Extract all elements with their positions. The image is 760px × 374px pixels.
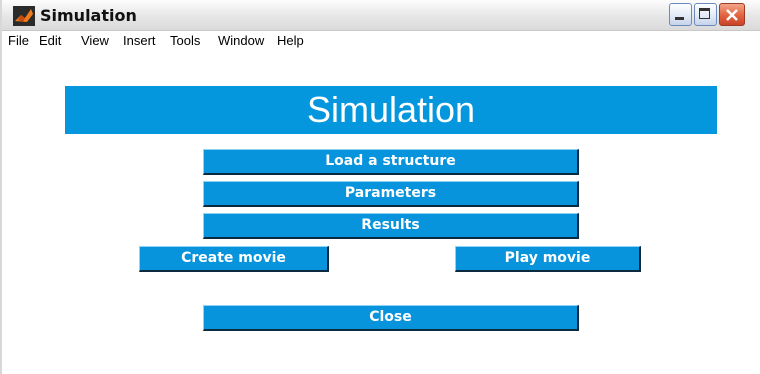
simulation-banner: Simulation: [65, 86, 717, 134]
menu-edit[interactable]: Edit: [39, 33, 61, 48]
matlab-icon[interactable]: [13, 6, 35, 26]
results-button[interactable]: Results: [203, 213, 579, 239]
title-bar[interactable]: Simulation: [2, 0, 760, 31]
menu-insert[interactable]: Insert: [123, 33, 156, 48]
minimize-icon[interactable]: [669, 3, 692, 26]
maximize-icon[interactable]: [694, 3, 717, 26]
menu-help[interactable]: Help: [277, 33, 304, 48]
menu-file[interactable]: File: [8, 33, 29, 48]
window-title: Simulation: [40, 6, 137, 25]
create-movie-button[interactable]: Create movie: [139, 246, 329, 272]
menu-tools[interactable]: Tools: [170, 33, 200, 48]
menu-bar: File Edit View Insert Tools Window Help: [2, 31, 760, 51]
load-structure-button[interactable]: Load a structure: [203, 149, 579, 175]
close-button[interactable]: Close: [203, 305, 579, 331]
parameters-button[interactable]: Parameters: [203, 181, 579, 207]
banner-title: Simulation: [306, 89, 476, 130]
menu-view[interactable]: View: [81, 33, 109, 48]
close-icon[interactable]: [719, 3, 745, 26]
menu-window[interactable]: Window: [218, 33, 264, 48]
simulation-window: Simulation File Edit View Insert Tools W…: [0, 0, 760, 374]
play-movie-button[interactable]: Play movie: [455, 246, 641, 272]
